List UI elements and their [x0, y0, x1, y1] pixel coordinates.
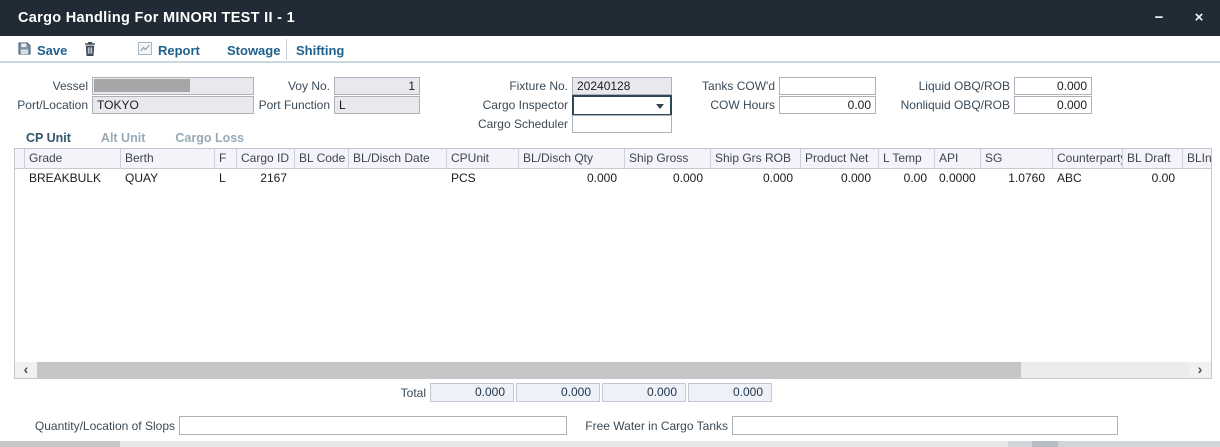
grid-body: BREAKBULK QUAY L 2167 PCS 0.000 0.000 0.…: [15, 169, 1211, 362]
vessel-redaction-block: [94, 79, 190, 92]
grid-header-product-net[interactable]: Product Net: [801, 149, 879, 169]
cell-api[interactable]: 0.0000: [935, 169, 981, 188]
liquid-obq-field-wrap: [1014, 77, 1092, 95]
grid-horizontal-scrollbar: ‹ ›: [15, 362, 1211, 379]
total-ship-grs-rob: 0.000: [602, 383, 686, 402]
free-water-field-wrap: [732, 416, 1118, 435]
cell-selector[interactable]: [15, 169, 25, 188]
liquid-obq-field[interactable]: [1014, 77, 1092, 95]
slops-label: Quantity/Location of Slops: [0, 417, 175, 435]
cell-cpunit[interactable]: PCS: [447, 169, 519, 188]
grid-header-cargo-id[interactable]: Cargo ID: [237, 149, 295, 169]
cargo-scheduler-label: Cargo Scheduler: [430, 115, 568, 133]
port-function-label: Port Function: [230, 96, 330, 114]
cell-counterparty[interactable]: ABC: [1053, 169, 1123, 188]
slops-field[interactable]: [179, 416, 567, 435]
grid-header-bl-disch-date[interactable]: BL/Disch Date: [349, 149, 447, 169]
save-button[interactable]: Save: [18, 40, 67, 60]
toolbar: Save Report Stowage Shifting: [0, 36, 1220, 63]
tanks-cowd-label: Tanks COW'd: [655, 77, 775, 95]
window-bottom-scrollbar: [0, 441, 1220, 447]
floppy-icon: [18, 42, 31, 58]
minimize-button[interactable]: −: [1143, 8, 1175, 28]
cell-ship-gross[interactable]: 0.000: [625, 169, 711, 188]
port-location-label: Port/Location: [0, 96, 88, 114]
scrollbar-track[interactable]: [1021, 362, 1189, 379]
trash-icon: [84, 42, 96, 59]
cargo-handling-window: Cargo Handling For MINORI TEST II - 1 − …: [0, 0, 1220, 447]
scrollbar-thumb[interactable]: [37, 362, 1021, 379]
grid-header-api[interactable]: API: [935, 149, 981, 169]
close-button[interactable]: ×: [1183, 8, 1215, 28]
grid-header-bl-draft[interactable]: BL Draft: [1123, 149, 1183, 169]
scroll-right-icon[interactable]: ›: [1189, 362, 1211, 379]
chart-icon: [138, 42, 152, 58]
grid-header-bl-code[interactable]: BL Code: [295, 149, 349, 169]
total-label: Total: [326, 384, 426, 402]
report-button[interactable]: Report: [138, 40, 200, 60]
stowage-button[interactable]: Stowage: [227, 40, 280, 60]
grid-header-ship-grs-rob[interactable]: Ship Grs ROB: [711, 149, 801, 169]
cell-bl-disch-qty[interactable]: 0.000: [519, 169, 625, 188]
nonliquid-obq-label: Nonliquid OBQ/ROB: [850, 96, 1010, 114]
shifting-button[interactable]: Shifting: [296, 40, 344, 60]
cell-bl-code[interactable]: [295, 169, 349, 188]
nonliquid-obq-field-wrap: [1014, 96, 1092, 114]
nonliquid-obq-field[interactable]: [1014, 96, 1092, 114]
cow-hours-label: COW Hours: [655, 96, 775, 114]
title-bar: Cargo Handling For MINORI TEST II - 1 − …: [0, 0, 1220, 36]
grid-header-f[interactable]: F: [215, 149, 237, 169]
grid-header-berth[interactable]: Berth: [121, 149, 215, 169]
grid-header-selector: [15, 149, 25, 169]
cell-cargo-id[interactable]: 2167: [237, 169, 295, 188]
cargo-inspector-label: Cargo Inspector: [430, 96, 568, 114]
port-function-field-wrap: [334, 96, 420, 114]
cell-ship-grs-rob[interactable]: 0.000: [711, 169, 801, 188]
voy-no-field[interactable]: [334, 77, 420, 95]
grid-header-l-temp[interactable]: L Temp: [879, 149, 935, 169]
grid-header-sg[interactable]: SG: [981, 149, 1053, 169]
delete-button[interactable]: [84, 40, 96, 60]
cell-sg[interactable]: 1.0760: [981, 169, 1053, 188]
cell-bl-draft[interactable]: 0.00: [1123, 169, 1183, 188]
cell-berth[interactable]: QUAY: [121, 169, 215, 188]
window-title: Cargo Handling For MINORI TEST II - 1: [18, 10, 295, 26]
cargo-grid: Grade Berth F Cargo ID BL Code BL/Disch …: [14, 148, 1212, 379]
free-water-label: Free Water in Cargo Tanks: [560, 417, 728, 435]
voy-no-label: Voy No.: [230, 77, 330, 95]
grid-header-cpunit[interactable]: CPUnit: [447, 149, 519, 169]
cell-l-temp[interactable]: 0.00: [879, 169, 935, 188]
cell-bl-disch-date[interactable]: [349, 169, 447, 188]
scroll-left-icon[interactable]: ‹: [15, 362, 37, 379]
free-water-field[interactable]: [732, 416, 1118, 435]
port-function-field[interactable]: [334, 96, 420, 114]
vessel-label: Vessel: [0, 77, 88, 95]
bottom-scrollbar-thumb[interactable]: [0, 441, 120, 447]
total-ship-gross: 0.000: [516, 383, 600, 402]
grid-header-bl-disch-qty[interactable]: BL/Disch Qty: [519, 149, 625, 169]
total-bl-disch-qty: 0.000: [430, 383, 514, 402]
bottom-scrollbar-notch: [1032, 441, 1058, 447]
liquid-obq-label: Liquid OBQ/ROB: [850, 77, 1010, 95]
slops-field-wrap: [179, 416, 567, 435]
grid-header-grade[interactable]: Grade: [25, 149, 121, 169]
grid-header-row: Grade Berth F Cargo ID BL Code BL/Disch …: [15, 149, 1211, 169]
cell-grade[interactable]: BREAKBULK: [25, 169, 121, 188]
toolbar-divider: [286, 39, 287, 60]
cell-product-net[interactable]: 0.000: [801, 169, 879, 188]
table-row[interactable]: BREAKBULK QUAY L 2167 PCS 0.000 0.000 0.…: [15, 169, 1211, 188]
grid-header-ship-gross[interactable]: Ship Gross: [625, 149, 711, 169]
grid-header-blinfo[interactable]: BLInfo: [1183, 149, 1212, 169]
total-product-net: 0.000: [688, 383, 772, 402]
cell-blinfo[interactable]: [1183, 169, 1212, 188]
cargo-scheduler-field[interactable]: [572, 115, 672, 133]
cargo-scheduler-field-wrap: [572, 115, 672, 133]
voy-no-field-wrap: [334, 77, 420, 95]
cell-f[interactable]: L: [215, 169, 237, 188]
fixture-no-label: Fixture No.: [430, 77, 568, 95]
grid-header-counterparty[interactable]: Counterparty: [1053, 149, 1123, 169]
